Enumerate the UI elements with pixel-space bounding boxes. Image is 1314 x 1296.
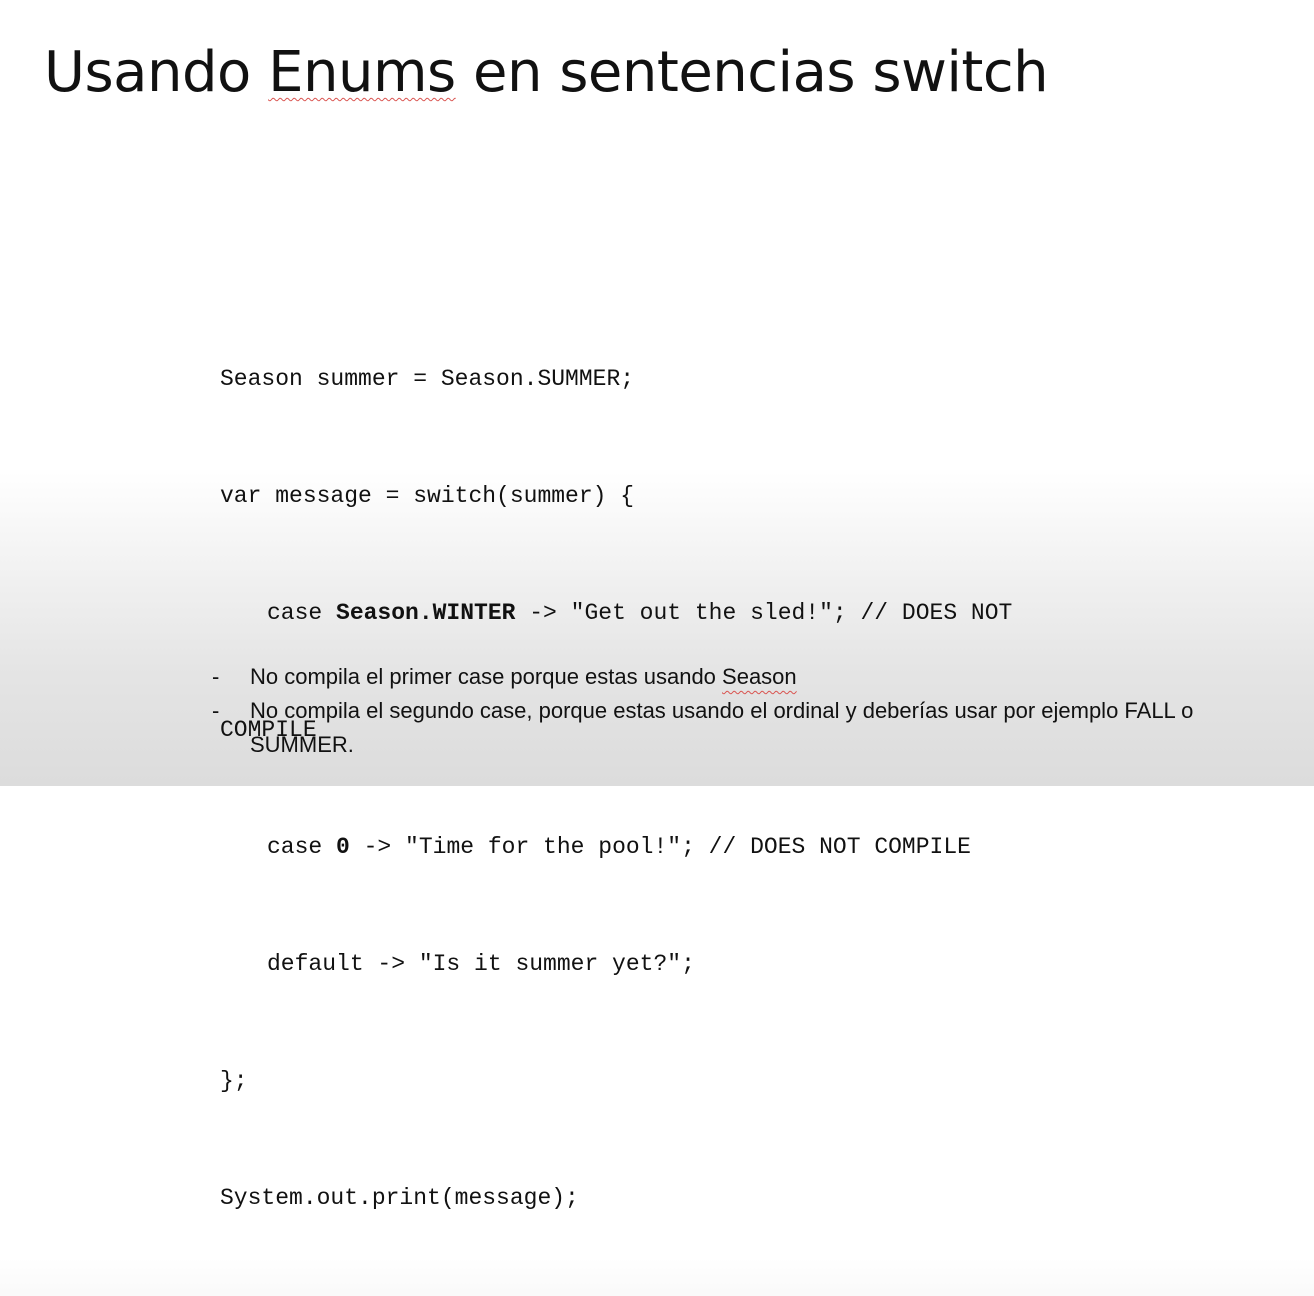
code-line-5-bold: 0	[336, 834, 350, 860]
slide-title: Usando Enums en sentencias switch	[44, 40, 1049, 105]
code-line-3: case Season.WINTER -> "Get out the sled!…	[220, 594, 1012, 633]
bullet-dash: -	[212, 698, 220, 723]
bullet-item-1: - No compila el primer case porque estas…	[212, 660, 1292, 694]
code-line-2: var message = switch(summer) {	[220, 483, 635, 509]
code-line-3-bold: Season.WINTER	[336, 600, 516, 626]
code-line-1: Season summer = Season.SUMMER;	[220, 366, 635, 392]
code-line-5-post: -> "Time for the pool!"; // DOES NOT COM…	[349, 834, 971, 860]
slide: Usando Enums en sentencias switch Season…	[0, 0, 1314, 1211]
code-block: Season summer = Season.SUMMER; var messa…	[220, 282, 1012, 1296]
bullet-1-text: No compila el primer case porque estas u…	[250, 664, 723, 689]
title-suffix: en sentencias switch	[455, 40, 1049, 105]
bullet-list: - No compila el primer case porque estas…	[212, 660, 1292, 762]
bullet-item-2: - No compila el segundo case, porque est…	[212, 694, 1292, 762]
code-line-7: };	[220, 1068, 248, 1094]
code-line-3-post: -> "Get out the sled!"; // DOES NOT	[515, 600, 1013, 626]
code-line-5-pre: case	[267, 834, 337, 860]
title-prefix: Usando	[44, 40, 269, 105]
bullet-1-flagged-word: Season	[722, 664, 797, 689]
bullet-dash: -	[212, 664, 220, 689]
code-line-3-pre: case	[267, 600, 337, 626]
code-line-5: case 0 -> "Time for the pool!"; // DOES …	[220, 828, 1012, 867]
code-line-8: System.out.print(message);	[220, 1185, 579, 1211]
bullet-2-text: No compila el segundo case, porque estas…	[250, 698, 1194, 757]
code-line-6: default -> "Is it summer yet?";	[267, 951, 695, 977]
title-flagged-word: Enums	[268, 40, 456, 105]
